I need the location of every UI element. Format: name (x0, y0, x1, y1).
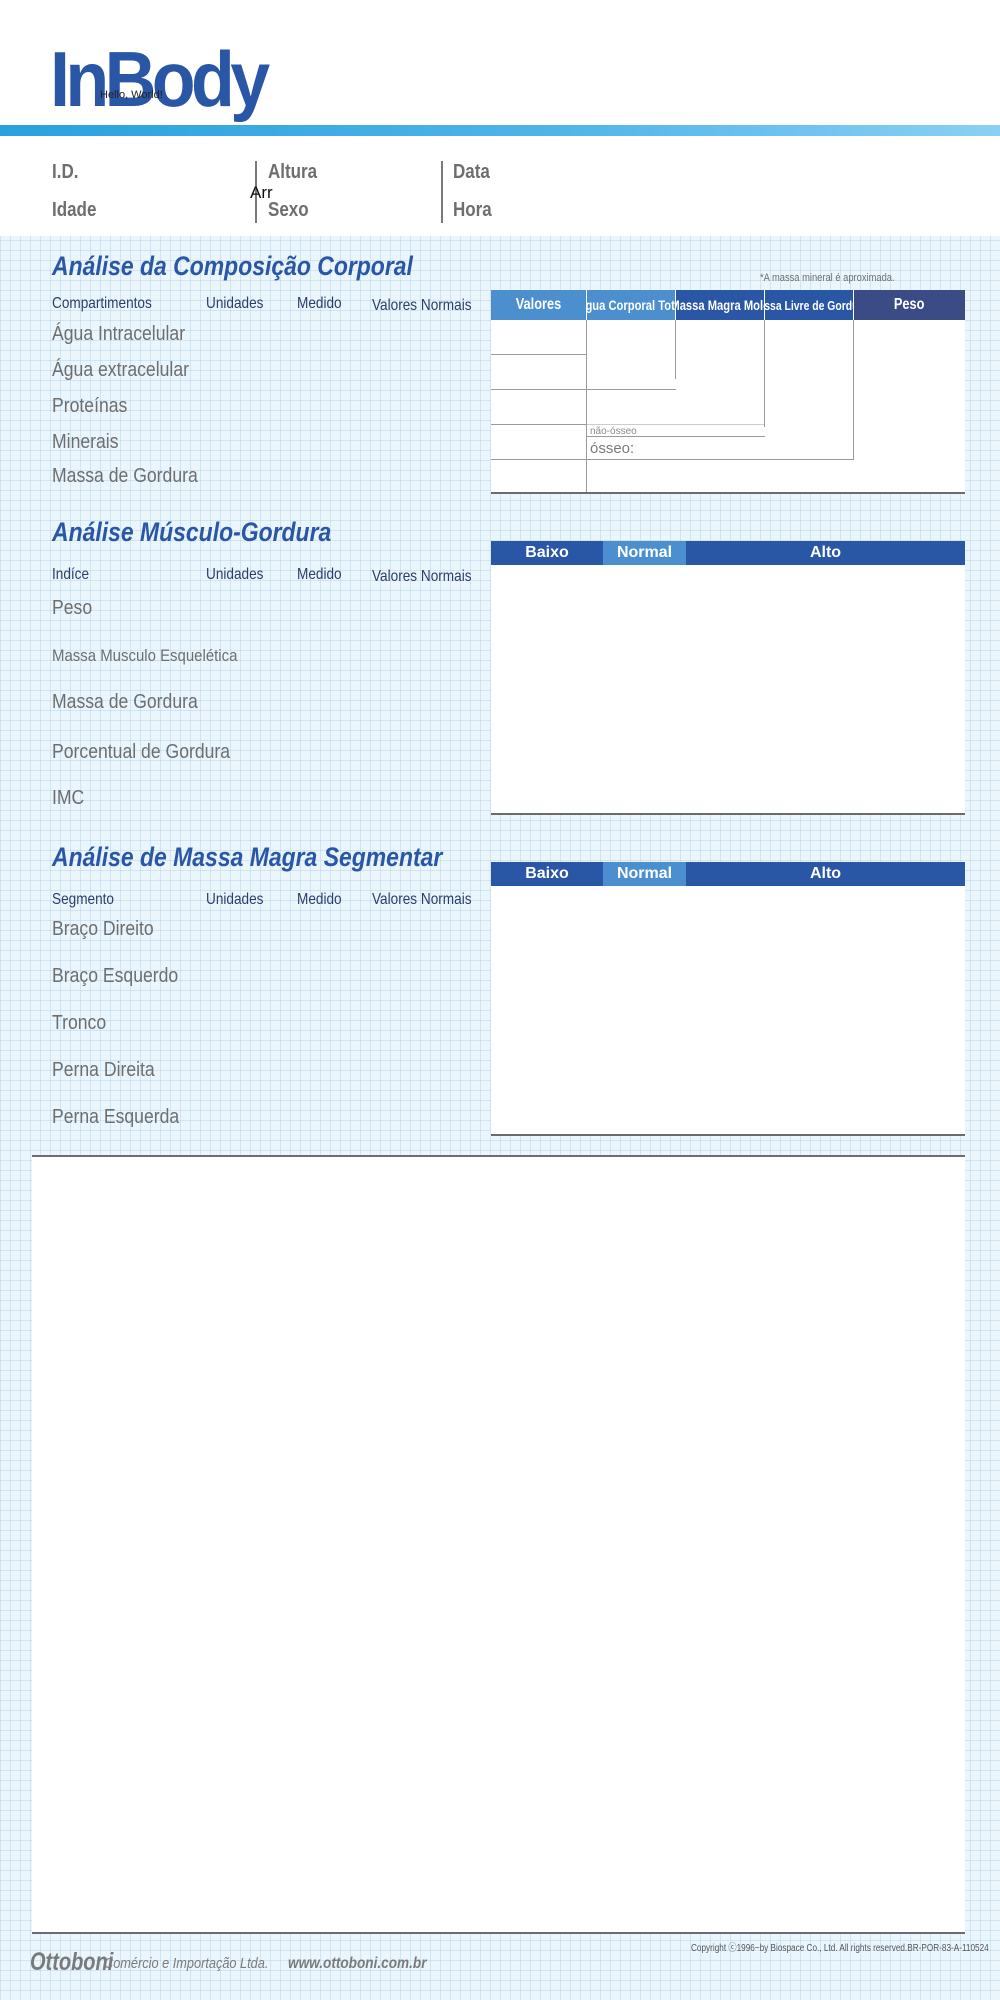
table-baseline (491, 492, 965, 494)
company-url-link[interactable]: www.ottoboni.com.br (288, 1955, 427, 1973)
grid-line (587, 424, 765, 425)
copyright-text: Copyright ⓒ1996~by Biospace Co., Ltd. Al… (691, 1943, 989, 1954)
scale-high: Alto (686, 862, 965, 886)
age-label: Idade (52, 199, 97, 221)
scale-low: Baixo (491, 541, 603, 565)
footer-divider (32, 1932, 965, 1934)
col-head-normal: Valores Normais (372, 568, 472, 585)
col-head-units: Unidades (206, 566, 264, 583)
row-right-leg: Perna Direita (52, 1059, 155, 1081)
row-skeletal-muscle-mass: Massa Musculo Esquelética (52, 646, 238, 665)
segmental-chart: Baixo Normal Alto (491, 862, 965, 1136)
col-head-units: Unidades (206, 891, 264, 908)
grid-line (586, 320, 587, 492)
row-fat-percentage: Porcentual de Gordura (52, 741, 231, 763)
th-fat-free-mass: Massa Livre de Gordura (765, 290, 853, 320)
row-fat-mass: Massa de Gordura (52, 465, 198, 487)
overlay-text: Hello, World! (100, 89, 163, 101)
id-label: I.D. (52, 161, 79, 183)
grid-line (491, 389, 676, 390)
date-label: Data (453, 161, 490, 183)
row-fat-mass: Massa de Gordura (52, 691, 198, 713)
col-head-units: Unidades (206, 295, 264, 312)
sex-label: Sexo (268, 199, 309, 221)
inbody-logo: InBody (50, 35, 270, 123)
muscle-fat-title: Análise Músculo-Gordura (52, 517, 332, 547)
col-head-normal: Valores Normais (372, 891, 472, 908)
header-accent-bar (0, 125, 1000, 136)
th-weight: Peso (854, 290, 965, 320)
grid-line (491, 354, 587, 355)
company-subtitle: Comércio e Importação Ltda. (104, 1955, 269, 1972)
col-head-compartments: Compartimentos (52, 295, 152, 312)
row-bmi: IMC (52, 787, 85, 809)
row-weight: Peso (52, 597, 93, 619)
row-minerals: Minerais (52, 431, 119, 453)
bone-label: ósseo: (590, 440, 635, 457)
row-intracellular-water: Água Intracelular (52, 323, 186, 345)
chart-baseline (491, 813, 965, 815)
composition-table: Valores Água Corporal Total Massa Magra … (491, 290, 965, 494)
muscle-fat-chart: Baixo Normal Alto (491, 541, 965, 815)
segmental-title: Análise de Massa Magra Segmentar (52, 842, 443, 872)
th-total-body-water: Água Corporal Total (587, 290, 675, 320)
col-head-segment: Segmento (52, 891, 114, 908)
col-head-measured: Medido (297, 295, 342, 312)
patient-info-panel (0, 136, 1000, 236)
row-trunk: Tronco (52, 1012, 107, 1034)
body-composition-title: Análise da Composição Corporal (52, 251, 413, 281)
chart-baseline (491, 1134, 965, 1136)
grid-line (491, 459, 854, 460)
grid-line (764, 320, 765, 427)
th-soft-lean-mass: Massa Magra Mole (676, 290, 764, 320)
scale-normal: Normal (603, 862, 686, 886)
time-label: Hora (453, 199, 492, 221)
col-head-normal: Valores Normais (372, 297, 472, 314)
grid-line (853, 320, 854, 460)
scale-normal: Normal (603, 541, 686, 565)
results-area (32, 1155, 965, 1933)
height-label: Altura (268, 161, 318, 183)
info-divider (441, 161, 443, 223)
row-left-arm: Braço Esquerdo (52, 965, 179, 987)
th-values: Valores (491, 290, 586, 320)
grid-line (675, 320, 676, 379)
row-extracellular-water: Água extracelular (52, 359, 189, 381)
row-left-leg: Perna Esquerda (52, 1106, 180, 1128)
scale-high: Alto (686, 541, 965, 565)
non-bone-label: não-ósseo (590, 426, 637, 437)
mineral-note: *A massa mineral é aproximada. (760, 272, 895, 284)
overlay-text: Arr (250, 183, 273, 202)
col-head-measured: Medido (297, 891, 342, 908)
col-head-index: Indíce (52, 566, 90, 583)
col-head-measured: Medido (297, 566, 342, 583)
scale-low: Baixo (491, 862, 603, 886)
row-proteins: Proteínas (52, 395, 128, 417)
company-name: Ottoboni (30, 1948, 114, 1976)
grid-line (491, 424, 587, 425)
row-right-arm: Braço Direito (52, 918, 154, 940)
